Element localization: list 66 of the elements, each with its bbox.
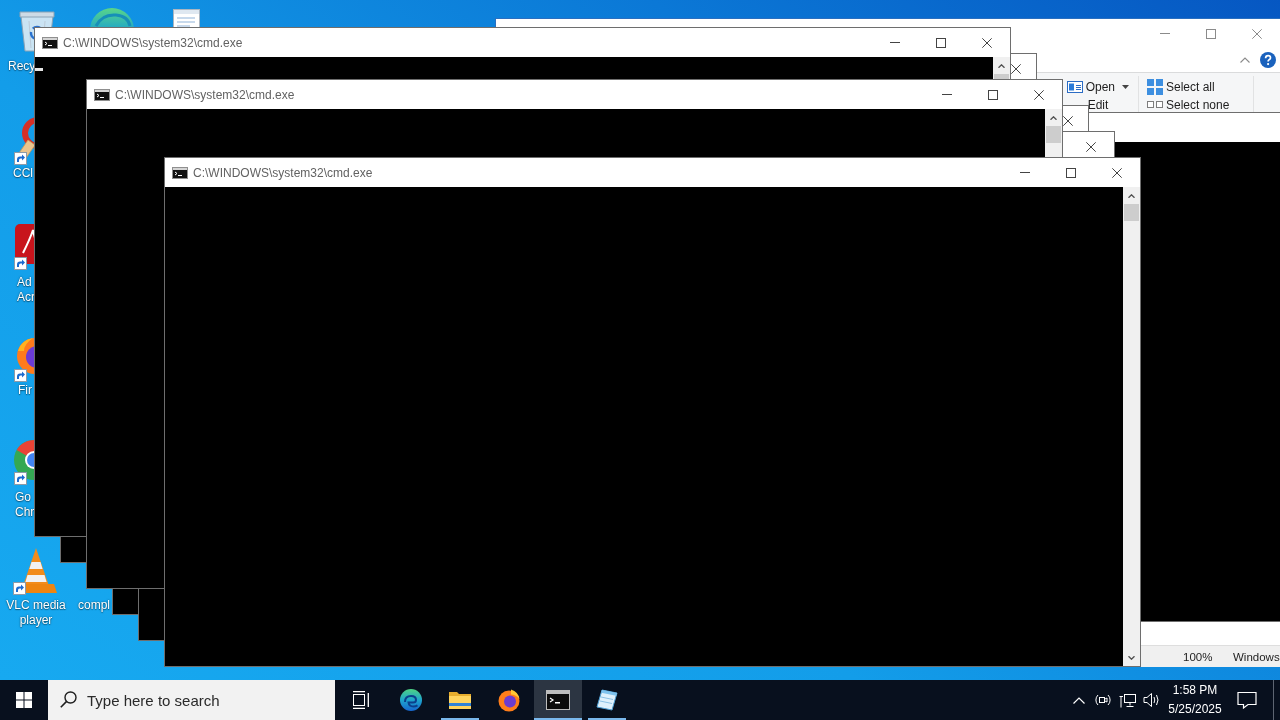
icon-label[interactable]: VLC media player [6,598,66,628]
close-icon [1034,89,1044,100]
notepad-icon [595,688,619,712]
scrollbar-thumb[interactable] [994,74,1009,79]
close-icon [1252,28,1262,39]
icon-label[interactable]: CCl [13,166,33,181]
icon-label[interactable]: Recy [8,59,36,74]
swirl-logo-icon [399,688,423,712]
icon-label[interactable]: Fir [18,383,32,398]
scrollbar[interactable] [993,57,1010,79]
maximize-icon [1206,28,1216,39]
window-title: C:\WINDOWS\system32\cmd.exe [193,165,373,180]
taskbar-app-button[interactable] [534,680,582,720]
icon-label[interactable]: compl [78,598,110,613]
fox-globe-icon [497,688,521,712]
console-icon [42,36,58,49]
ribbon-button[interactable]: Open [1066,76,1129,98]
close-icon [1011,63,1021,74]
minimize-icon [890,42,900,43]
close-icon [1063,115,1073,126]
chevron-down-icon[interactable] [1128,655,1135,660]
window-title: C:\WINDOWS\system32\cmd.exe [115,87,295,102]
network-monitor-icon[interactable] [1118,692,1136,708]
close-icon [1086,141,1096,152]
window-panel-icon [1066,79,1083,95]
maximize-icon [1066,167,1076,178]
question-mark-icon[interactable] [1260,52,1276,68]
console-icon [172,166,188,179]
traffic-cone-icon[interactable] [12,546,60,596]
square-pair-icon [1147,101,1163,108]
clock-button[interactable]: 1:58 PM 5/25/2025 [1163,680,1227,720]
speaker-icon[interactable] [1142,692,1160,708]
chevron-up-icon[interactable] [1050,115,1057,120]
grid-icon [1147,79,1163,95]
minimize-icon [1160,33,1170,34]
ribbon-button[interactable]: Select all [1147,76,1215,98]
caret-down-icon [1122,85,1129,89]
status-text: Windows [1233,650,1280,663]
minimize-icon [1020,172,1030,173]
maximize-icon [936,37,946,48]
scrollbar-thumb[interactable] [1124,204,1139,221]
console-icon [94,88,110,101]
minimize-icon [942,94,952,95]
search-field[interactable]: Type here to search [48,680,335,720]
status-text: 100% [1183,650,1214,663]
ribbon-button[interactable]: Select none [1147,98,1230,112]
app-tile-icon[interactable] [12,222,34,270]
speech-bubble-icon [1237,691,1257,709]
console-icon [546,688,570,712]
maximize-icon [988,89,998,100]
video-camera-icon[interactable] [1095,692,1111,708]
scrollbar[interactable] [1045,109,1062,157]
search-icon [60,691,77,708]
chevron-up-icon[interactable] [998,63,1005,68]
task-view-icon [350,691,370,709]
text-cursor-icon [35,68,43,71]
scrollbar-thumb[interactable] [1046,126,1061,143]
ribbon-button[interactable]: Edit [1087,98,1109,112]
close-icon [1112,167,1122,178]
chevron-up-icon[interactable] [1128,193,1135,198]
window-panes-icon [16,692,32,708]
scrollbar[interactable] [1123,187,1140,666]
icon-label[interactable]: Ad Acr [17,275,35,305]
close-icon [982,37,992,48]
icon-label[interactable]: Go Chr [15,490,35,520]
window-title: C:\WINDOWS\system32\cmd.exe [63,35,243,50]
